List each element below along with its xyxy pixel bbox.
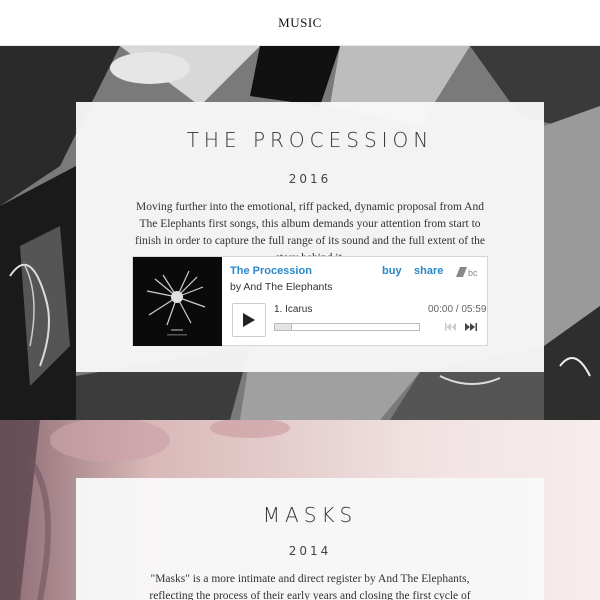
album-year: 2016	[288, 172, 332, 186]
next-track-icon[interactable]	[465, 322, 479, 332]
page-title: MUSIC	[278, 14, 322, 30]
album-title: MASKS	[262, 503, 358, 527]
bandcamp-player: The Procession by And The Elephants buy …	[132, 256, 488, 346]
album-card-masks: MASKS 2014 "Masks" is a more intimate an…	[76, 478, 544, 600]
play-icon	[243, 313, 255, 327]
album-description: "Masks" is a more intimate and direct re…	[149, 573, 471, 600]
player-artist-link[interactable]: by And The Elephants	[230, 281, 333, 293]
album-cover-image[interactable]	[133, 257, 222, 346]
play-button[interactable]	[232, 303, 266, 337]
top-bar: MUSIC	[0, 0, 600, 46]
album-title: THE PROCESSION	[186, 128, 434, 152]
track-time: 00:00 / 05:59	[428, 304, 487, 315]
album-year: 2014	[288, 544, 332, 558]
share-link[interactable]: share	[414, 265, 443, 277]
flower-art-icon	[133, 257, 222, 346]
album-section-masks: MASKS 2014 "Masks" is a more intimate an…	[0, 420, 600, 600]
bandcamp-logo-icon[interactable]: bc	[456, 266, 480, 278]
player-album-link[interactable]: The Procession	[230, 265, 312, 277]
album-section-procession: THE PROCESSION 2016 Moving further into …	[0, 46, 600, 420]
progress-slider[interactable]	[274, 323, 420, 331]
album-card-procession: THE PROCESSION 2016 Moving further into …	[76, 102, 544, 372]
svg-text:bc: bc	[468, 268, 478, 278]
buy-link[interactable]: buy	[382, 265, 402, 277]
previous-track-icon[interactable]	[445, 322, 457, 332]
track-title: 1. Icarus	[274, 304, 313, 315]
progress-thumb[interactable]	[275, 324, 292, 330]
